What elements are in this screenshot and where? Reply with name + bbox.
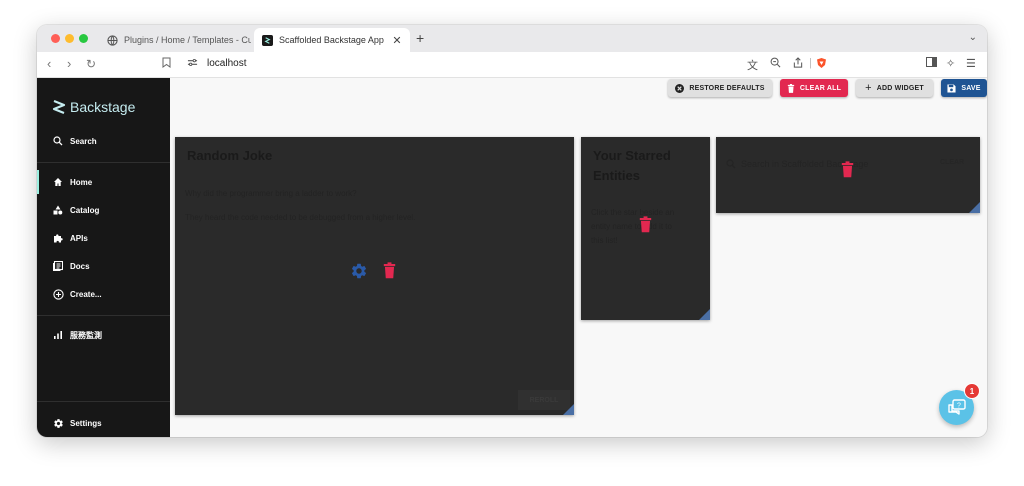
sidebar-search[interactable]: Search (37, 129, 170, 153)
zoom-icon[interactable] (770, 57, 781, 71)
add-widget-label: ADD WIDGET (876, 84, 924, 92)
tab-title: Plugins / Home / Templates - Cus (124, 35, 251, 45)
puzzle-icon (52, 233, 64, 243)
tab-title: Scaffolded Backstage App (279, 35, 384, 45)
svg-text:?: ? (957, 402, 961, 409)
restore-defaults-button[interactable]: RESTORE DEFAULTS (668, 79, 772, 97)
delete-widget-icon[interactable] (639, 216, 652, 238)
sidebar-item-settings[interactable]: Settings (37, 411, 170, 435)
menu-icon[interactable]: ☰ (966, 57, 976, 70)
gear-icon (52, 418, 64, 429)
add-circle-icon (52, 288, 64, 300)
sidebar-item-create[interactable]: Create... (37, 282, 170, 306)
sidebar-search-label: Search (70, 136, 97, 146)
main-content: RESTORE DEFAULTS CLEAR ALL + ADD WIDGET … (170, 78, 987, 437)
sidebar: Backstage Search Home Catalog APIs Docs … (37, 78, 170, 437)
chevron-down-icon[interactable]: ⌄ (969, 32, 977, 43)
widget-title: Random Joke (187, 148, 273, 163)
sidebar-item-label: Home (70, 177, 93, 187)
forward-icon[interactable]: › (67, 56, 71, 71)
notification-badge: 1 (964, 383, 980, 399)
backstage-logo-icon (52, 99, 66, 114)
search-icon (52, 136, 64, 146)
starred-body-line-1: Click the star beside an (591, 208, 675, 217)
url-field[interactable]: localhost (207, 58, 246, 69)
chat-icon: ? (947, 398, 966, 415)
translate-icon[interactable]: 文 (747, 57, 758, 73)
resize-handle[interactable] (699, 309, 710, 320)
back-icon[interactable]: ‹ (47, 56, 51, 71)
window-minimize-button[interactable] (65, 34, 74, 43)
home-icon (52, 177, 64, 187)
joke-punchline: They heard the code needed to be debugge… (185, 213, 416, 222)
window-close-button[interactable] (51, 34, 60, 43)
catalog-icon (52, 205, 64, 215)
logo-text: Backstage (70, 99, 136, 115)
divider (37, 162, 170, 163)
reload-icon[interactable]: ↻ (86, 57, 96, 71)
divider: | (809, 57, 812, 69)
sidebar-item-label: APIs (70, 233, 88, 243)
search-icon (726, 159, 736, 169)
trash-icon (787, 83, 795, 93)
starred-entities-widget[interactable]: Your Starred Entities Click the star bes… (581, 137, 710, 320)
plus-icon: + (865, 82, 872, 94)
browser-tab-backstage[interactable]: Scaffolded Backstage App ✕ (254, 28, 410, 52)
save-label: SAVE (961, 84, 981, 92)
clear-all-label: CLEAR ALL (799, 84, 842, 92)
bookmark-icon[interactable] (162, 57, 171, 71)
docs-icon (52, 261, 64, 271)
random-joke-widget[interactable]: Random Joke Why did the programmer bring… (175, 137, 574, 415)
divider (37, 315, 170, 316)
save-button[interactable]: SAVE (941, 79, 987, 97)
share-icon[interactable] (793, 57, 803, 71)
backstage-favicon-icon (262, 34, 273, 46)
sidebar-item-label: Create... (70, 289, 102, 299)
divider (37, 401, 170, 402)
widget-title-line-2: Entities (593, 168, 640, 183)
resize-handle[interactable] (563, 404, 574, 415)
sidebar-item-label: 服務監測 (70, 330, 102, 340)
clear-search-button[interactable]: CLEAR (940, 159, 964, 166)
resize-handle[interactable] (969, 202, 980, 213)
sidebar-item-service-monitor[interactable]: 服務監測 (37, 323, 170, 347)
sidebar-item-label: Catalog (70, 205, 100, 215)
delete-widget-icon[interactable] (383, 262, 396, 284)
window-zoom-button[interactable] (79, 34, 88, 43)
sidebar-item-label: Docs (70, 261, 90, 271)
new-tab-button[interactable]: + (416, 30, 424, 46)
widget-settings-icon[interactable] (350, 262, 368, 285)
starred-body-line-3: this list! (591, 236, 618, 245)
sidebar-item-home[interactable]: Home (37, 170, 172, 194)
restore-defaults-label: RESTORE DEFAULTS (689, 84, 765, 92)
sidebar-item-catalog[interactable]: Catalog (37, 198, 170, 222)
tab-bar: Plugins / Home / Templates - Cus Scaffol… (37, 25, 987, 52)
address-bar: ‹ › ↻ localhost 文 | ✧ ☰ (37, 52, 987, 78)
cancel-icon (675, 83, 685, 93)
joke-setup: Why did the programmer bring a ladder to… (185, 189, 357, 198)
starred-body-line-2: entity name to add it to (591, 222, 672, 231)
sidebar-item-label: Settings (70, 418, 102, 428)
brave-shield-icon[interactable] (816, 57, 827, 72)
delete-widget-icon[interactable] (841, 161, 854, 183)
save-icon (947, 83, 956, 93)
leo-ai-icon[interactable]: ✧ (946, 57, 955, 70)
sidebar-item-docs[interactable]: Docs (37, 254, 170, 278)
site-settings-icon[interactable] (187, 57, 198, 71)
sidebar-item-apis[interactable]: APIs (37, 226, 170, 250)
widget-title-line-1: Your Starred (593, 148, 671, 163)
backstage-logo[interactable]: Backstage (52, 96, 135, 118)
bar-chart-icon (52, 330, 64, 340)
globe-icon (107, 34, 118, 46)
add-widget-button[interactable]: + ADD WIDGET (856, 79, 933, 97)
clear-all-button[interactable]: CLEAR ALL (780, 79, 848, 97)
sidebar-toggle-icon[interactable] (926, 57, 937, 70)
search-input[interactable]: Search in Scaffolded Backstage (726, 157, 911, 171)
browser-tab-plugins[interactable]: Plugins / Home / Templates - Cus (99, 28, 251, 52)
browser-window: Plugins / Home / Templates - Cus Scaffol… (37, 25, 987, 437)
close-tab-icon[interactable]: ✕ (390, 34, 404, 47)
search-widget[interactable]: Search in Scaffolded Backstage CLEAR (716, 137, 980, 213)
